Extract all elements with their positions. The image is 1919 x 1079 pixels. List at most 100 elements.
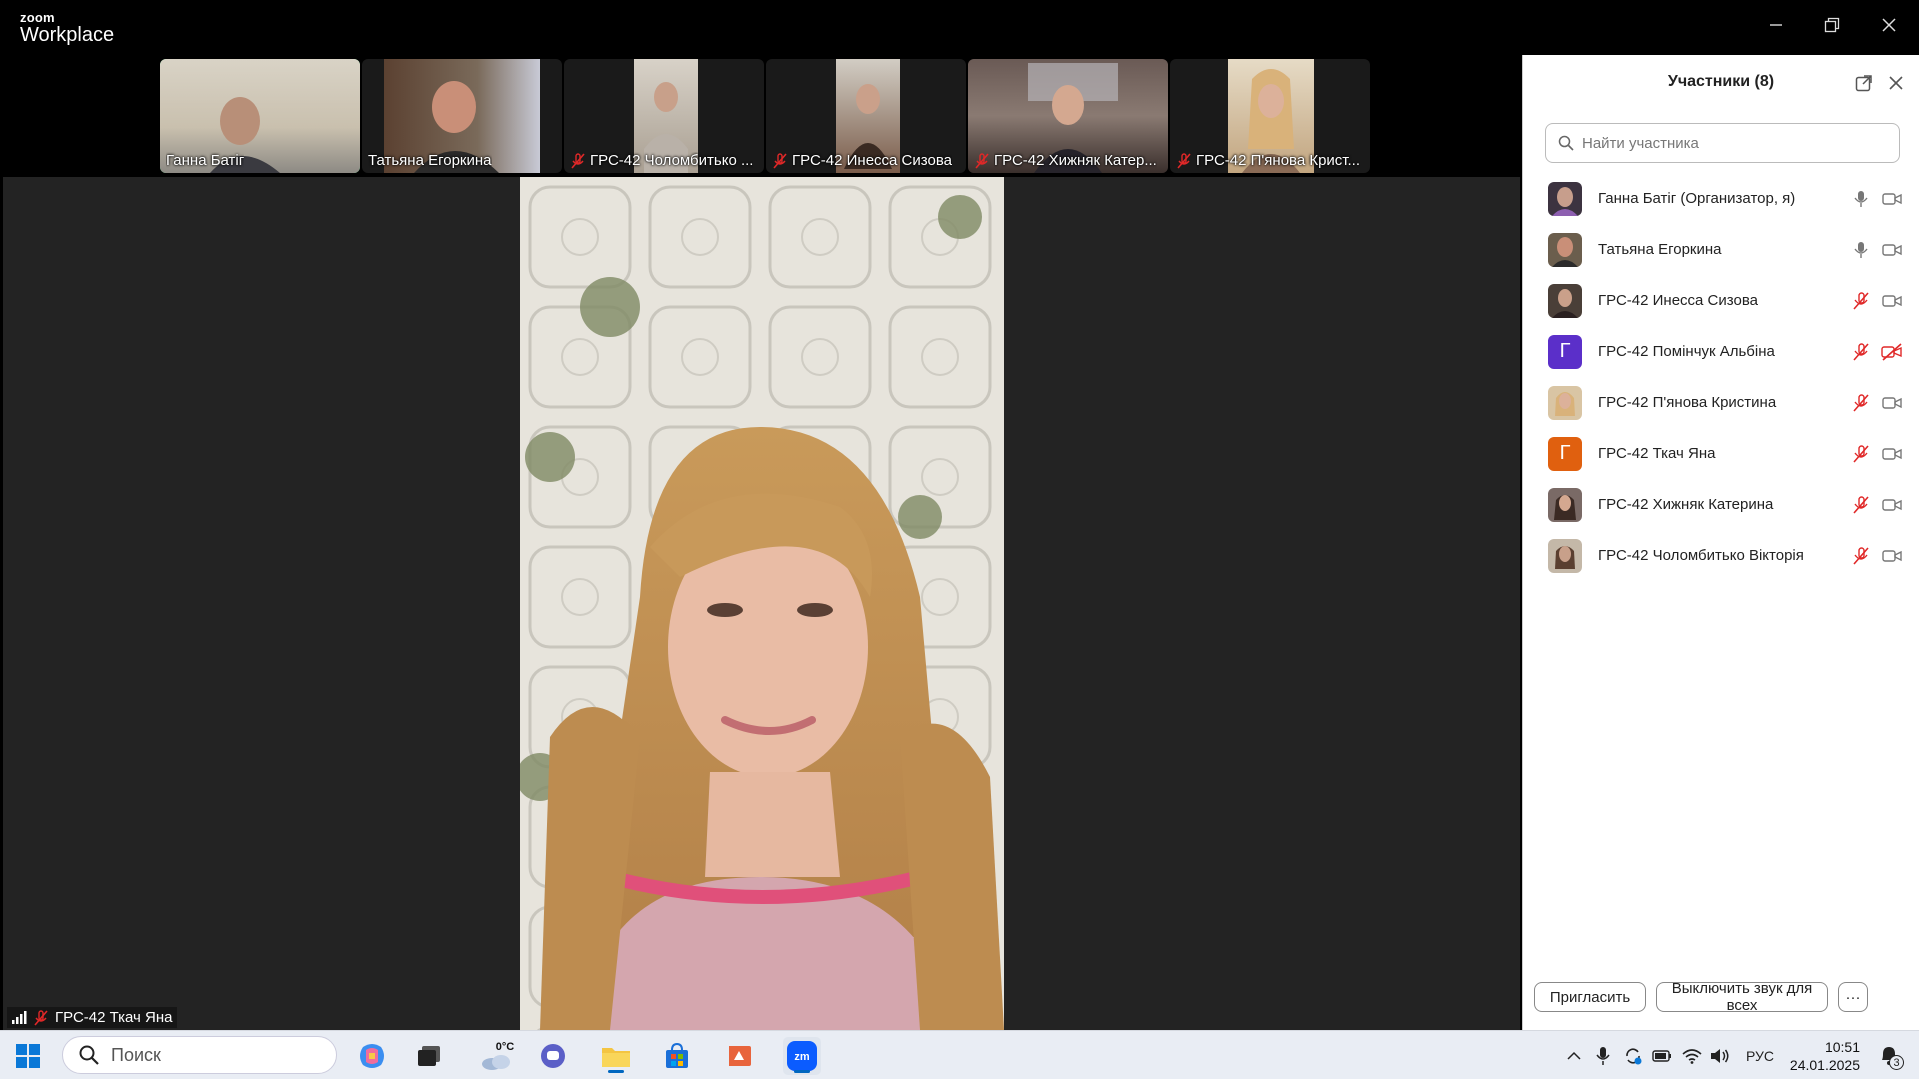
muted-mic-icon: [773, 152, 787, 169]
wifi-button[interactable]: [1680, 1031, 1704, 1079]
muted-mic-icon: [975, 152, 989, 169]
battery-button[interactable]: [1650, 1031, 1674, 1079]
video-tile-5[interactable]: ГРС-42 П'янова Крист...: [1170, 59, 1370, 173]
taskbar-search-placeholder: Поиск: [111, 1044, 161, 1065]
show-hidden-icons-button[interactable]: [1563, 1031, 1585, 1079]
participant-row[interactable]: Г ГРС-42 Ткач Яна: [1523, 428, 1919, 479]
store-button[interactable]: [658, 1037, 696, 1075]
muted-mic-icon[interactable]: [1850, 443, 1872, 465]
participant-name: Татьяна Егоркина: [1598, 241, 1722, 258]
chevron-up-icon: [1567, 1051, 1581, 1060]
participant-name: ГРС-42 Хижняк Катерина: [1598, 496, 1774, 513]
language-indicator[interactable]: РУС: [1738, 1031, 1782, 1079]
video-tile-2[interactable]: ГРС-42 Чоломбитько ...: [564, 59, 764, 173]
taskbar: Поиск 0°C zm РУС 10:51 24.01.2025 3: [0, 1030, 1919, 1079]
participant-name: ГРС-42 П'янова Кристина: [1598, 394, 1777, 411]
muted-mic-icon[interactable]: [1850, 494, 1872, 516]
active-speaker-stage: ГРС-42 Ткач Яна: [3, 177, 1520, 1030]
speaker-name: ГРС-42 Ткач Яна: [55, 1009, 173, 1026]
close-icon: [1882, 18, 1896, 32]
speaker-video: [520, 177, 1004, 1030]
minimize-button[interactable]: [1756, 10, 1796, 40]
weather-widget[interactable]: 0°C: [473, 1037, 519, 1075]
copilot-icon: [360, 1044, 384, 1068]
search-icon: [79, 1045, 99, 1065]
video-strip: Ганна Батіг Татьяна Егоркина ГРС-42 Чоло…: [160, 59, 1578, 173]
restore-icon: [1824, 17, 1840, 33]
notifications-button[interactable]: 3: [1876, 1031, 1906, 1079]
popout-button[interactable]: [1853, 72, 1875, 94]
video-tile-0[interactable]: Ганна Батіг: [160, 59, 360, 173]
search-input[interactable]: [1582, 134, 1882, 152]
camera-icon[interactable]: [1880, 545, 1904, 567]
signal-strength-icon: [12, 1010, 27, 1024]
close-panel-button[interactable]: [1885, 72, 1907, 94]
meeting-area: Ганна Батіг Татьяна Егоркина ГРС-42 Чоло…: [0, 55, 1578, 1030]
copilot-button[interactable]: [353, 1037, 391, 1075]
tile-name: Ганна Батіг: [166, 152, 245, 169]
clock-date: 24.01.2025: [1789, 1057, 1860, 1073]
volume-button[interactable]: [1708, 1031, 1732, 1079]
avatar: [1548, 283, 1582, 318]
more-options-button[interactable]: ···: [1838, 982, 1868, 1012]
muted-mic-icon[interactable]: [1850, 392, 1872, 414]
zoom-taskbar-button[interactable]: zm: [783, 1037, 821, 1075]
avatar: Г: [1548, 436, 1582, 471]
participant-row[interactable]: Ганна Батіг (Организатор, я): [1523, 173, 1919, 224]
invite-button[interactable]: Пригласить: [1534, 982, 1646, 1012]
active-indicator: [794, 1070, 810, 1073]
zoom-app-icon: zm: [787, 1041, 817, 1071]
store-icon: [666, 1043, 688, 1068]
wifi-icon: [1682, 1048, 1702, 1064]
speaker-name-label: ГРС-42 Ткач Яна: [7, 1007, 177, 1028]
participant-row[interactable]: ГРС-42 Хижняк Катерина: [1523, 479, 1919, 530]
mute-all-button[interactable]: Выключить звук для всех: [1656, 980, 1828, 1014]
camera-icon[interactable]: [1880, 392, 1904, 414]
taskbar-search[interactable]: Поиск: [62, 1036, 337, 1074]
restore-button[interactable]: [1812, 10, 1852, 40]
tray-mic-button[interactable]: [1591, 1031, 1615, 1079]
camera-icon[interactable]: [1880, 443, 1904, 465]
camera-off-icon[interactable]: [1880, 341, 1904, 363]
participant-search[interactable]: [1545, 123, 1900, 163]
camera-icon[interactable]: [1880, 494, 1904, 516]
participant-row[interactable]: ГРС-42 П'янова Кристина: [1523, 377, 1919, 428]
muted-mic-icon: [1177, 152, 1191, 169]
tile-name: ГРС-42 Хижняк Катер...: [974, 152, 1157, 169]
tray-sync-button[interactable]: [1621, 1031, 1645, 1079]
participant-name: ГРС-42 Инесса Сизова: [1598, 292, 1758, 309]
microphone-icon: [1596, 1046, 1610, 1065]
video-tile-4[interactable]: ГРС-42 Хижняк Катер...: [968, 59, 1168, 173]
mic-icon[interactable]: [1850, 188, 1872, 210]
muted-mic-icon[interactable]: [1850, 341, 1872, 363]
mic-icon[interactable]: [1850, 239, 1872, 261]
folder-icon: [602, 1048, 630, 1067]
participant-list: Ганна Батіг (Организатор, я) Татьяна Его…: [1523, 173, 1919, 581]
start-button[interactable]: [9, 1037, 47, 1075]
participant-row[interactable]: Г ГРС-42 Помінчук Альбіна: [1523, 326, 1919, 377]
teams-button[interactable]: [534, 1037, 572, 1075]
clock[interactable]: 10:51 24.01.2025: [1784, 1038, 1860, 1074]
presentation-app-button[interactable]: [720, 1037, 758, 1075]
participant-row[interactable]: ГРС-42 Инесса Сизова: [1523, 275, 1919, 326]
participant-row[interactable]: ГРС-42 Чоломбитько Вікторія: [1523, 530, 1919, 581]
logo-workplace-text: Workplace: [20, 24, 115, 46]
presentation-icon: [729, 1046, 751, 1066]
participant-name: Ганна Батіг (Организатор, я): [1598, 190, 1796, 207]
title-bar: zoom Workplace: [0, 0, 1919, 55]
camera-icon[interactable]: [1880, 239, 1904, 261]
muted-mic-icon[interactable]: [1850, 545, 1872, 567]
avatar: [1548, 487, 1582, 522]
participant-row[interactable]: Татьяна Егоркина: [1523, 224, 1919, 275]
tile-name: ГРС-42 П'янова Крист...: [1176, 152, 1360, 169]
video-tile-3[interactable]: ГРС-42 Инесса Сизова: [766, 59, 966, 173]
close-window-button[interactable]: [1869, 10, 1909, 40]
muted-mic-icon[interactable]: [1850, 290, 1872, 312]
video-tile-1[interactable]: Татьяна Егоркина: [362, 59, 562, 173]
task-view-button[interactable]: [410, 1037, 448, 1075]
file-explorer-button[interactable]: [597, 1037, 635, 1075]
camera-icon[interactable]: [1880, 188, 1904, 210]
camera-icon[interactable]: [1880, 290, 1904, 312]
cloud-icon: [482, 1055, 510, 1070]
search-icon: [1558, 135, 1574, 151]
